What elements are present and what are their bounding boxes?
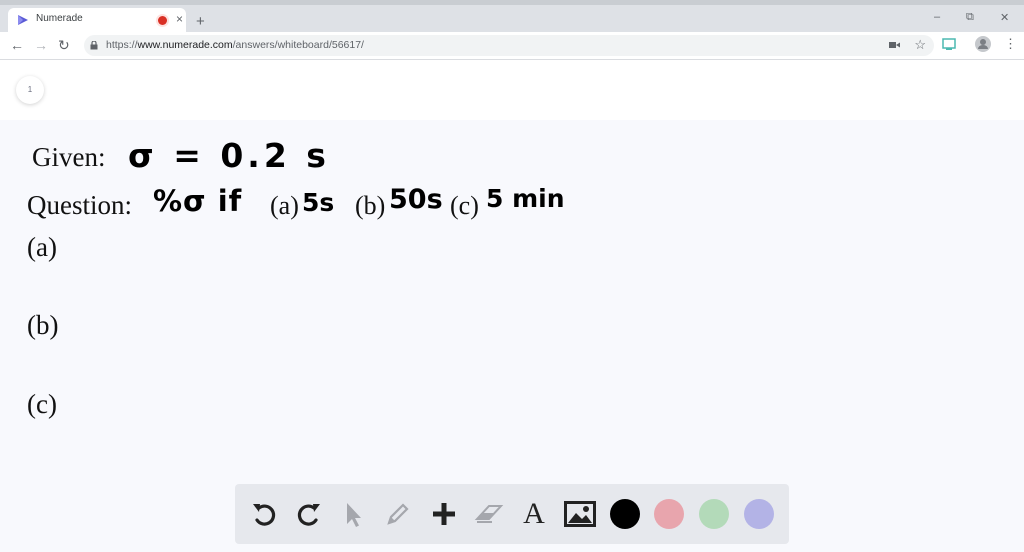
close-window-button[interactable]: ✕ <box>1000 11 1009 24</box>
text-icon[interactable]: A <box>518 497 550 530</box>
undo-icon[interactable] <box>248 498 280 530</box>
image-icon[interactable] <box>564 498 596 530</box>
url-prefix: https:// <box>106 39 138 51</box>
page-header: 1 <box>0 60 1024 120</box>
recording-indicator-icon <box>158 16 167 25</box>
menu-kebab-icon[interactable]: ⋮ <box>1004 36 1017 52</box>
url-text: https://www.numerade.com/answers/whitebo… <box>106 39 364 51</box>
question-a-label: (a) <box>270 191 299 220</box>
plus-icon[interactable] <box>428 498 460 530</box>
color-swatch-black <box>610 499 640 529</box>
question-b-value-handwritten: 50s <box>389 184 443 215</box>
restore-button[interactable]: ⧉ <box>966 11 974 24</box>
tab-bar: Numerade × + – ⧉ ✕ <box>0 5 1024 32</box>
part-b-label: (b) <box>27 310 59 340</box>
new-tab-button[interactable]: + <box>196 13 205 30</box>
drawing-toolbar: A <box>235 484 789 544</box>
pointer-icon[interactable] <box>337 498 369 530</box>
redo-icon[interactable] <box>293 498 325 530</box>
question-percent-handwritten: %σ if <box>153 184 243 218</box>
color-purple-swatch[interactable] <box>743 498 775 530</box>
question-label: Question: <box>27 190 132 220</box>
given-label: Given: <box>32 142 106 172</box>
color-pink-swatch[interactable] <box>653 498 685 530</box>
color-swatch-pink <box>654 499 684 529</box>
address-bar[interactable]: https://www.numerade.com/answers/whitebo… <box>84 35 934 56</box>
browser-toolbar: ← → ↻ https://www.numerade.com/answers/w… <box>0 32 1024 60</box>
part-c-label: (c) <box>27 389 57 419</box>
question-c-value-handwritten: 5 min <box>486 184 565 213</box>
color-green-swatch[interactable] <box>698 498 730 530</box>
back-button[interactable]: ← <box>10 37 24 53</box>
page-number-badge[interactable]: 1 <box>16 76 44 104</box>
forward-button[interactable]: → <box>34 37 48 53</box>
url-host: www.numerade.com <box>137 39 233 51</box>
numerade-logo-icon <box>18 15 28 25</box>
camera-icon[interactable] <box>889 41 900 49</box>
question-b-label: (b) <box>355 191 386 220</box>
eraser-icon[interactable] <box>473 498 505 530</box>
question-a-value-handwritten: 5s <box>302 188 335 217</box>
text-tool-label: A <box>523 497 545 530</box>
tab-title: Numerade <box>36 13 83 24</box>
close-tab-button[interactable]: × <box>176 12 183 26</box>
reload-button[interactable]: ↻ <box>58 37 70 54</box>
profile-avatar-icon[interactable] <box>975 36 991 52</box>
color-swatch-purple <box>744 499 774 529</box>
pencil-icon[interactable] <box>382 498 414 530</box>
url-path: /answers/whiteboard/56617/ <box>232 39 364 51</box>
color-black-swatch[interactable] <box>609 498 641 530</box>
given-value-handwritten: σ = 0.2 s <box>128 136 330 175</box>
minimize-button[interactable]: – <box>934 11 940 23</box>
question-c-label: (c) <box>450 191 479 220</box>
tab-numerade[interactable]: Numerade × <box>8 8 186 32</box>
extension-icon[interactable] <box>942 37 956 51</box>
color-swatch-green <box>699 499 729 529</box>
part-a-label: (a) <box>27 232 57 262</box>
bookmark-star-icon[interactable]: ☆ <box>914 37 926 53</box>
lock-icon <box>90 41 98 50</box>
